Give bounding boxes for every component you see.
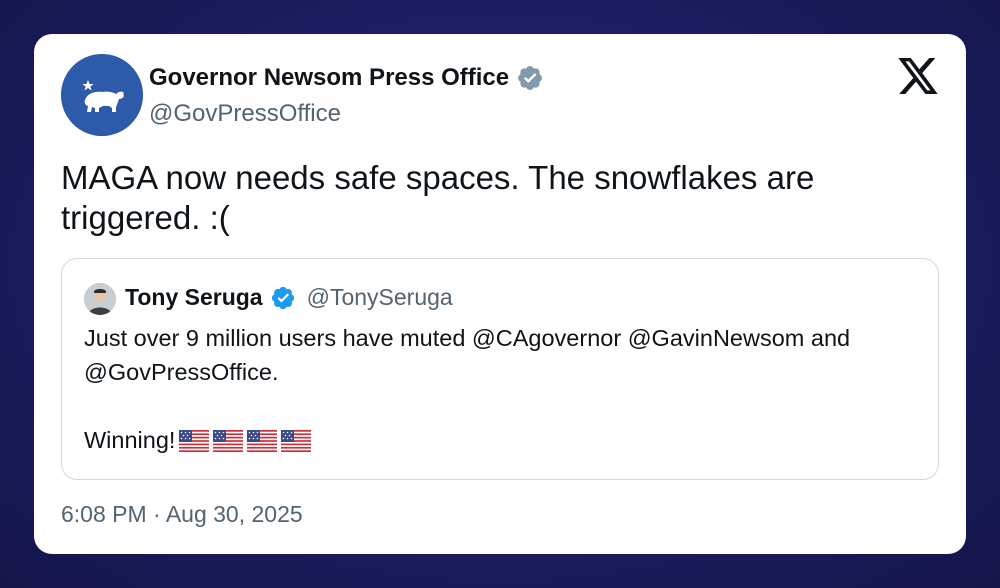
post-card: Governor Newsom Press Office @GovPressOf… xyxy=(34,34,966,554)
us-flag-icon xyxy=(281,427,312,452)
author-name[interactable]: Governor Newsom Press Office xyxy=(149,64,509,92)
quoted-author-handle[interactable]: @TonySeruga xyxy=(307,284,453,311)
quoted-post-text: Just over 9 million users have muted @CA… xyxy=(84,321,924,457)
person-photo-icon xyxy=(84,283,116,315)
flag-emoji-group xyxy=(179,427,312,452)
us-flag-icon xyxy=(213,427,244,452)
x-logo-icon[interactable] xyxy=(898,58,938,94)
author-avatar[interactable] xyxy=(61,54,143,136)
quoted-author-name-row[interactable]: Tony Seruga @TonySeruga xyxy=(125,284,453,311)
post-text: MAGA now needs safe spaces. The snowflak… xyxy=(61,159,815,236)
us-flag-icon xyxy=(247,427,278,452)
author-name-row[interactable]: Governor Newsom Press Office xyxy=(149,64,544,92)
california-bear-icon xyxy=(61,54,143,136)
quoted-post[interactable]: Tony Seruga @TonySeruga Just over 9 mill… xyxy=(61,258,939,480)
verified-badge-icon xyxy=(518,66,543,90)
us-flag-icon xyxy=(179,427,210,452)
quoted-author-name[interactable]: Tony Seruga xyxy=(125,284,263,311)
author-handle[interactable]: @GovPressOffice xyxy=(149,100,341,128)
post-timestamp[interactable]: 6:08 PM · Aug 30, 2025 xyxy=(61,501,303,528)
verified-badge-icon xyxy=(271,286,294,309)
quoted-author-avatar[interactable] xyxy=(84,283,116,315)
